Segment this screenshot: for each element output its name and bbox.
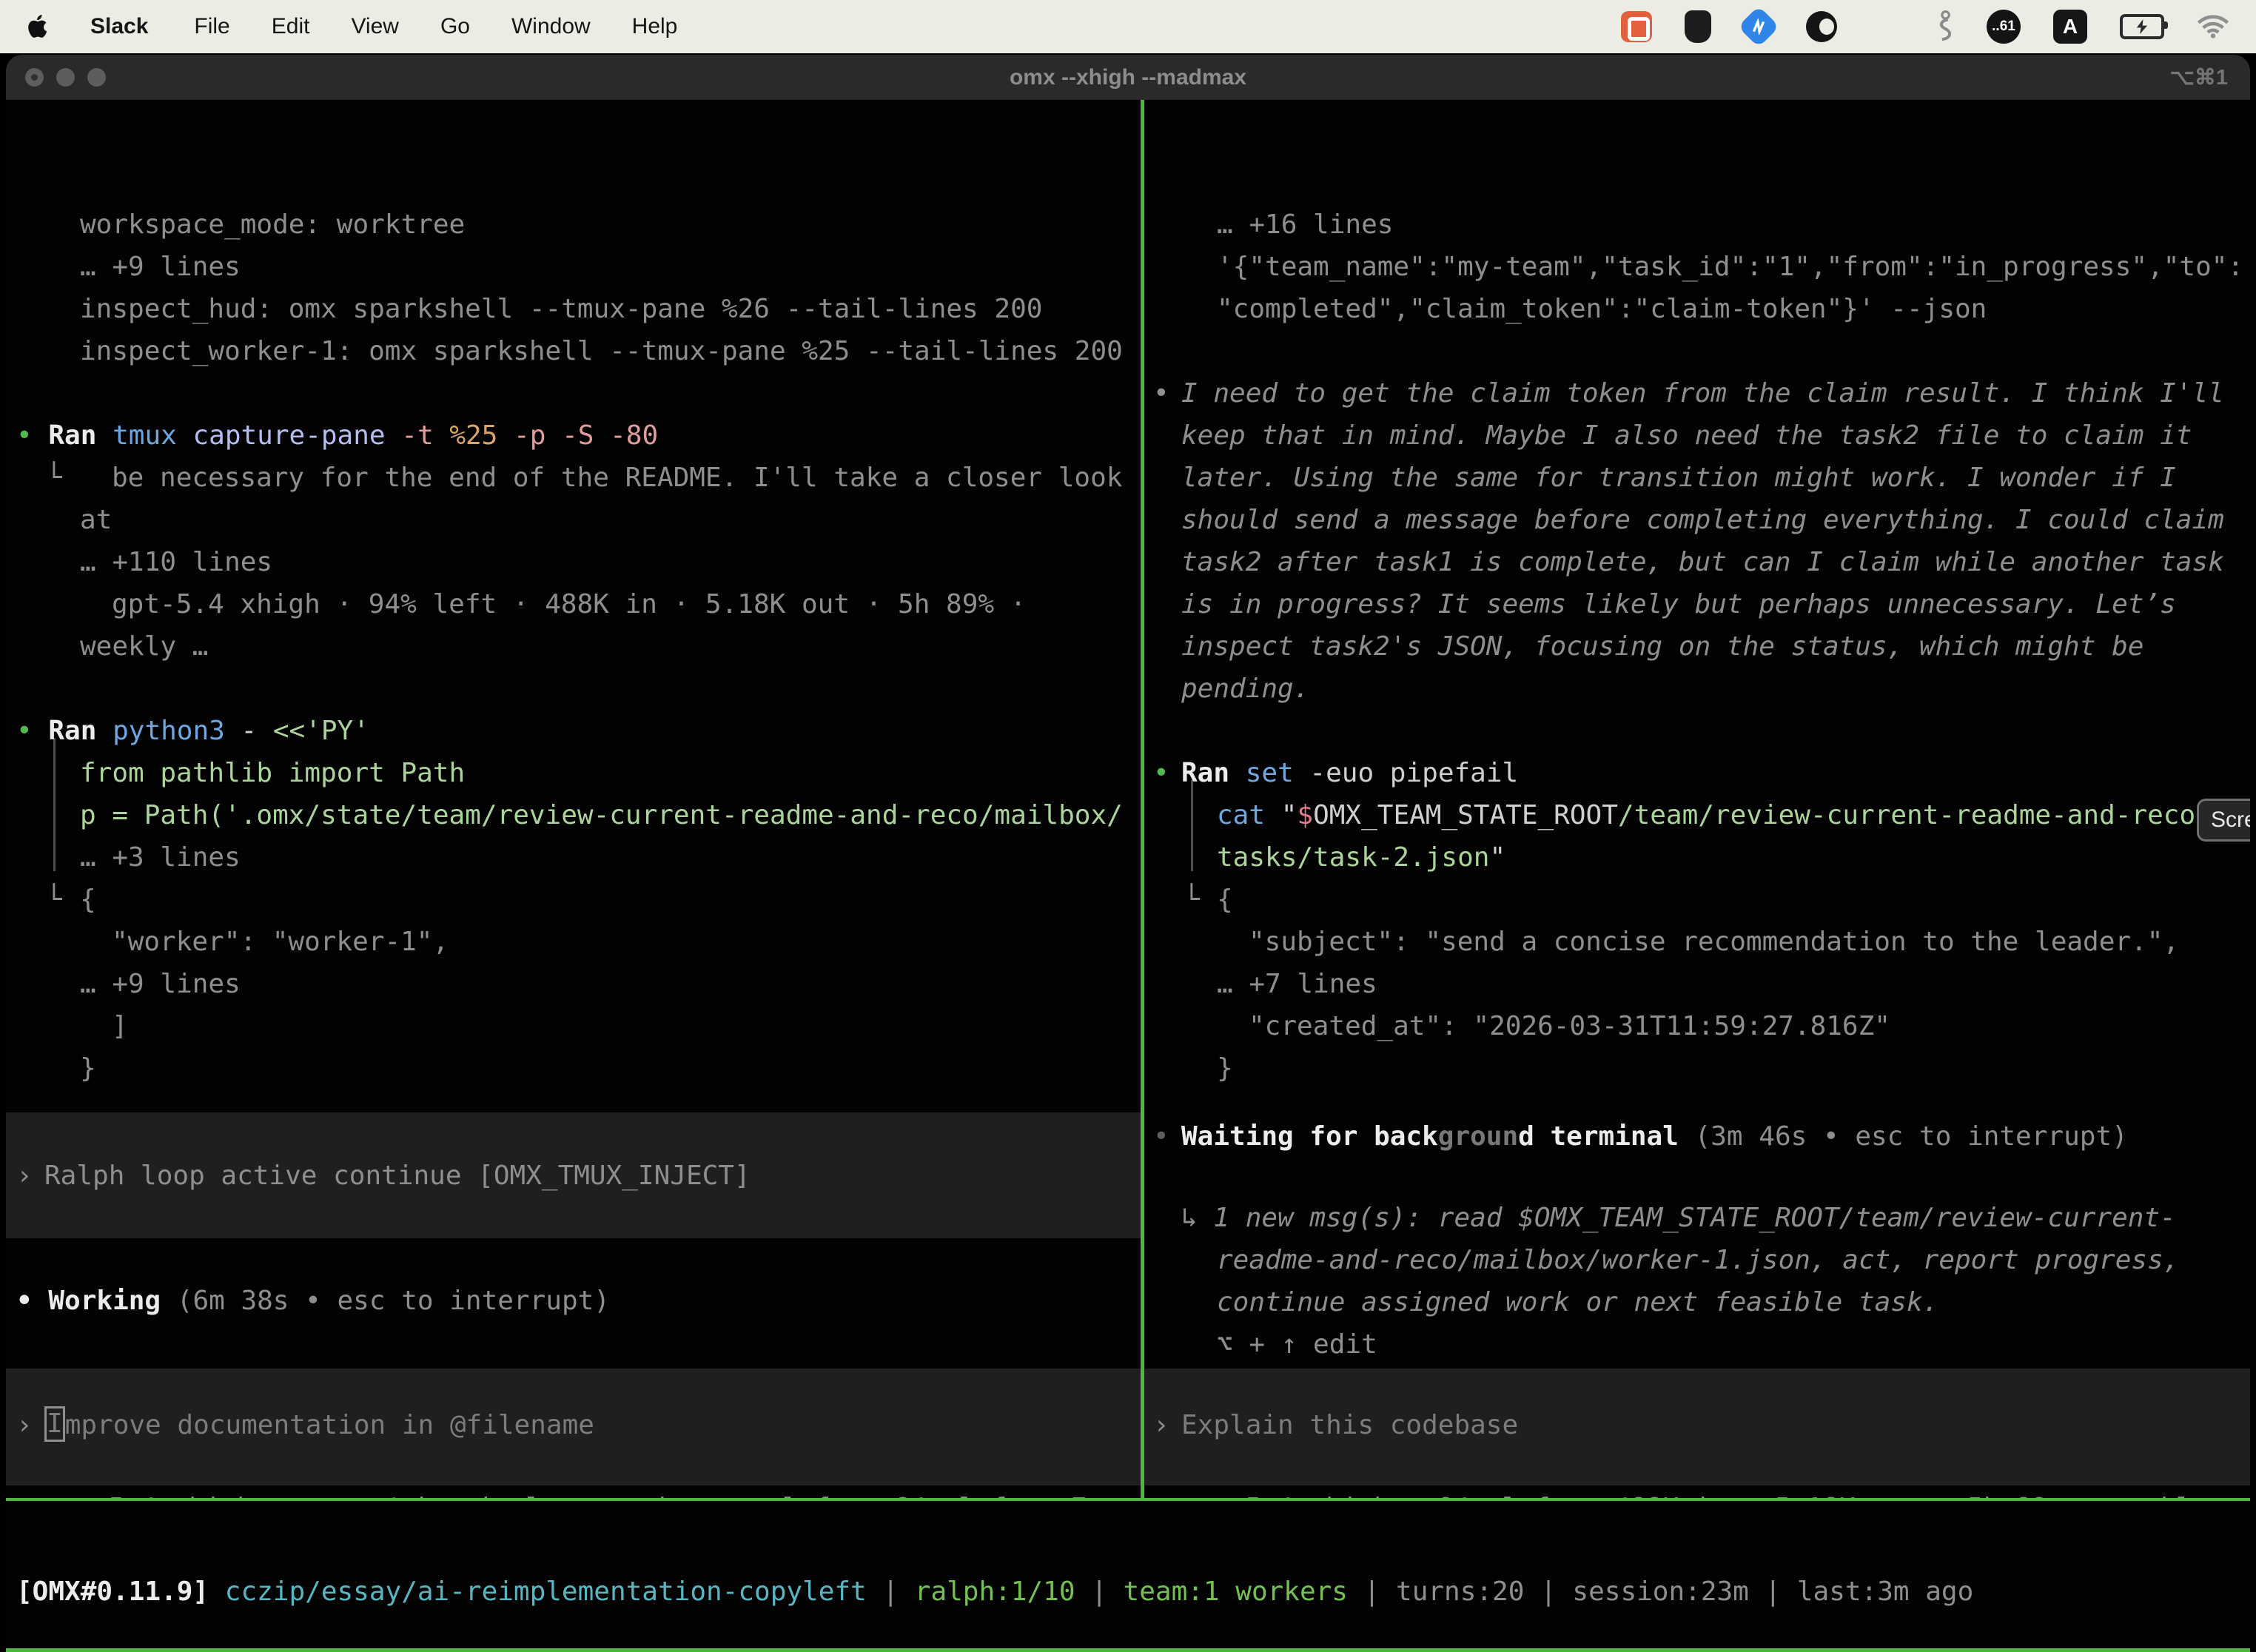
menu-item-edit[interactable]: Edit xyxy=(251,14,331,39)
command-output: "completed","claim_token":"claim-token"}… xyxy=(1217,288,1987,330)
desktop-screen: SlackFileEditViewGoWindowHelp ..61 A xyxy=(0,0,2256,1652)
prompt-input[interactable]: Improve documentation in @filename xyxy=(44,1404,594,1446)
config-line: inspect_hud: omx sparkshell --tmux-pane … xyxy=(80,288,1042,330)
screen-tooltip-label: Scre xyxy=(2211,807,2250,833)
json-output: { xyxy=(80,879,96,921)
command-output: at xyxy=(80,499,112,541)
dots-grid-icon[interactable] xyxy=(1870,10,1902,43)
waiting-status: Waiting for background terminal (3m 46s … xyxy=(1181,1115,2128,1158)
omx-status-line: [OMX#0.11.9] cczip/essay/ai-reimplementa… xyxy=(16,1571,1973,1613)
command-output: weekly … xyxy=(80,625,208,668)
ran-command: • Ran tmux capture-pane -t %25 -p -S -80 xyxy=(16,414,658,457)
window-titlebar[interactable]: omx --xhigh --madmax ⌥⌘1 xyxy=(6,55,2250,100)
thinking-text: later. Using the same for transition mig… xyxy=(1181,457,2176,499)
json-output: "subject": "send a concise recommendatio… xyxy=(1249,921,2179,963)
pane-status-line: gpt-5.4 xhigh · 94% left · 488K in · 5.1… xyxy=(1181,1487,2240,1498)
code-line: p = Path('.omx/state/team/review-current… xyxy=(80,794,1123,836)
prompt-input[interactable]: Explain this codebase xyxy=(1181,1404,1518,1446)
config-line: workspace_mode: worktree xyxy=(80,204,465,246)
menu-item-slack[interactable]: Slack xyxy=(70,14,173,39)
waiting-bullet: • xyxy=(1153,1115,1169,1158)
json-output: "created_at": "2026-03-31T11:59:27.816Z" xyxy=(1249,1005,1890,1047)
badge-61-icon[interactable]: ..61 xyxy=(1987,10,2021,44)
code-line: from pathlib import Path xyxy=(80,752,465,794)
figure-squiggle-icon[interactable] xyxy=(1935,10,1954,43)
menubar-status-area: ..61 A xyxy=(1621,10,2256,44)
letter-a-icon[interactable]: A xyxy=(2053,10,2087,44)
moon-circle-icon[interactable] xyxy=(1806,11,1837,42)
thinking-bullet: • xyxy=(1153,372,1169,414)
json-output: } xyxy=(80,1047,96,1089)
code-line: tasks/task-2.json" xyxy=(1217,836,1505,879)
elided-lines: … +7 lines xyxy=(1217,963,1377,1005)
tree-corner: └ xyxy=(1184,879,1200,921)
terminal-content: workspace_mode: worktree… +9 linesinspec… xyxy=(6,100,2250,1652)
pane-divider[interactable] xyxy=(1141,100,1144,1498)
battery-icon[interactable] xyxy=(2120,14,2164,39)
loop-status: Ralph loop active continue [OMX_TMUX_INJ… xyxy=(44,1155,751,1197)
terminal-pane-hud[interactable]: … +16 lines'{"team_name":"my-team","task… xyxy=(1144,100,2250,1498)
thinking-text: keep that in mind. Maybe I also need the… xyxy=(1181,414,2192,457)
pane-status-line: gpt-5.4 xhigh · essay/ai-reimplementatio… xyxy=(44,1487,1119,1498)
menu-item-file[interactable]: File xyxy=(173,14,250,39)
chat-app-icon[interactable] xyxy=(1621,11,1652,42)
json-output: } xyxy=(1217,1047,1233,1089)
menu-item-go[interactable]: Go xyxy=(420,14,491,39)
edit-hint: ⌥ + ↑ edit xyxy=(1217,1323,1377,1366)
thinking-text: pending. xyxy=(1181,668,1309,710)
working-status: • Working (6m 38s • esc to interrupt) xyxy=(16,1280,610,1322)
command-output: be necessary for the end of the README. … xyxy=(112,457,1122,499)
elided-lines: … +3 lines xyxy=(80,836,241,879)
menu-item-window[interactable]: Window xyxy=(491,14,611,39)
menu-item-view[interactable]: View xyxy=(330,14,419,39)
ran-bullet: • xyxy=(1153,752,1169,794)
thinking-text: inspect task2's JSON, focusing on the st… xyxy=(1181,625,2143,668)
command-output: '{"team_name":"my-team","task_id":"1","f… xyxy=(1217,246,2243,288)
thinking-text: I need to get the claim token from the c… xyxy=(1181,372,2224,414)
json-output: { xyxy=(1217,879,1233,921)
prompt-chevron: › xyxy=(1153,1404,1169,1446)
elided-lines: … +16 lines xyxy=(1217,204,1393,246)
terminal-window: omx --xhigh --madmax ⌥⌘1 workspace_mode:… xyxy=(6,55,2250,1652)
ran-command: Ran set -euo pipefail xyxy=(1181,752,1518,794)
terminal-pane-worker[interactable]: workspace_mode: worktree… +9 linesinspec… xyxy=(6,100,1141,1498)
mailbox-message: continue assigned work or next feasible … xyxy=(1217,1281,1938,1323)
pane-border-horizontal xyxy=(6,1498,2250,1501)
tree-corner: └ xyxy=(46,879,62,921)
tmux-status-bar: [omx-cczip0:bash* "MacBook-Pro-44.local"… xyxy=(6,1648,2250,1652)
thinking-text: should send a message before completing … xyxy=(1181,499,2224,541)
macos-menubar: SlackFileEditViewGoWindowHelp ..61 A xyxy=(0,0,2256,53)
json-output: ] xyxy=(112,1005,128,1047)
prompt-chevron: › xyxy=(16,1404,33,1446)
mailbox-message: readme-and-reco/mailbox/worker-1.json, a… xyxy=(1217,1239,2179,1281)
ran-command: • Ran python3 - <<'PY' xyxy=(16,710,369,752)
elided-lines: … +9 lines xyxy=(80,246,241,288)
code-line: cat "$OMX_TEAM_STATE_ROOT/team/review-cu… xyxy=(1217,794,2212,836)
apple-menu-icon[interactable] xyxy=(25,12,50,41)
thinking-text: is in progress? It seems likely but perh… xyxy=(1181,583,2176,625)
wifi-icon[interactable] xyxy=(2197,15,2229,38)
loop-status-chevron: › xyxy=(16,1155,33,1197)
shield-grid-icon[interactable] xyxy=(1685,10,1711,43)
menubar-menus: SlackFileEditViewGoWindowHelp xyxy=(0,12,698,41)
window-title: omx --xhigh --madmax xyxy=(6,65,2250,90)
thinking-text: task2 after task1 is complete, but can I… xyxy=(1181,541,2224,583)
elided-lines: … +9 lines xyxy=(80,963,241,1005)
bolt-diamond-icon[interactable] xyxy=(1738,6,1780,48)
json-output: "worker": "worker-1", xyxy=(112,921,449,963)
command-output: gpt-5.4 xhigh · 94% left · 488K in · 5.1… xyxy=(112,583,1026,625)
config-line: inspect_worker-1: omx sparkshell --tmux-… xyxy=(80,330,1123,372)
tree-connector-line xyxy=(53,738,56,871)
screen-tooltip[interactable]: Scre xyxy=(2197,799,2250,842)
tree-corner: └ xyxy=(46,457,62,499)
elided-lines: … +110 lines xyxy=(80,541,272,583)
mailbox-message: ↳ 1 new msg(s): read $OMX_TEAM_STATE_ROO… xyxy=(1181,1197,2176,1239)
menu-item-help[interactable]: Help xyxy=(611,14,699,39)
